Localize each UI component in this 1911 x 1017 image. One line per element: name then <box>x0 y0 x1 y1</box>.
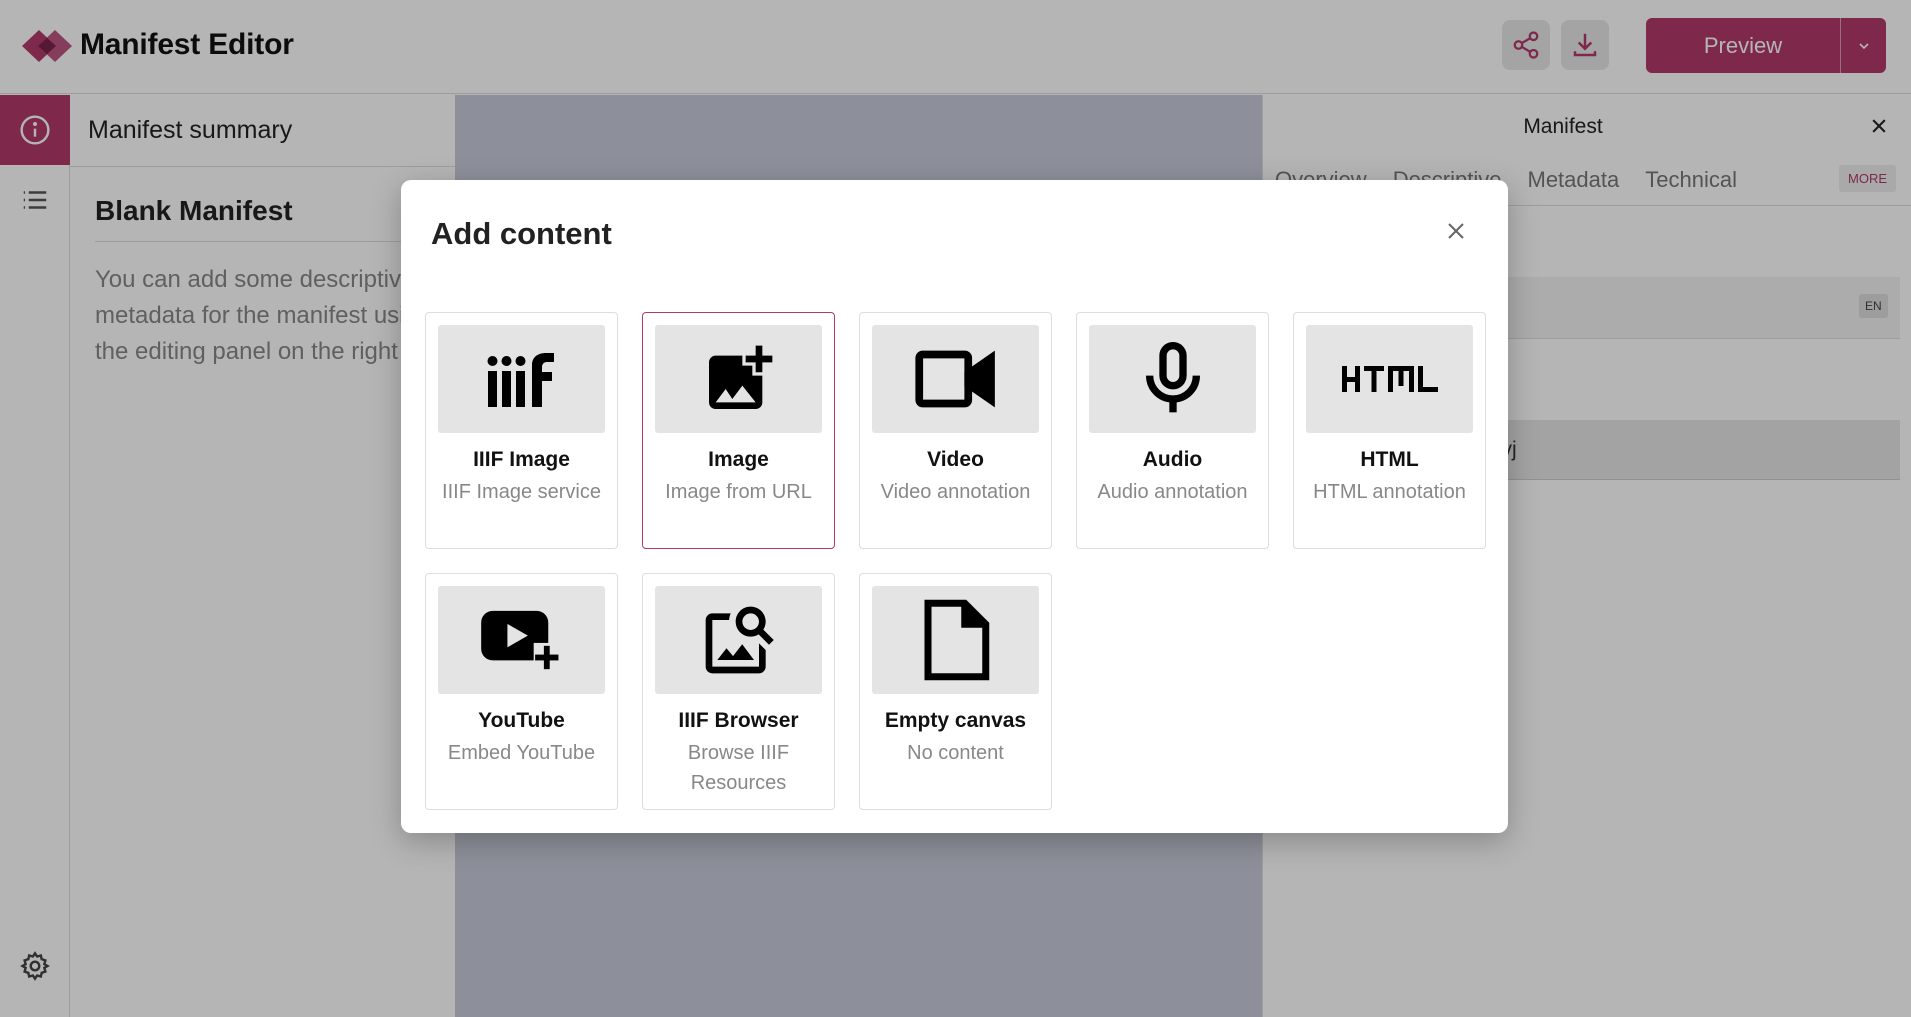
youtube-add-icon <box>480 610 560 670</box>
option-title: YouTube <box>478 709 565 732</box>
content-option-youtube[interactable]: YouTube Embed YouTube <box>425 573 618 810</box>
add-content-modal: Add content IIIF Image IIIF Image servic… <box>401 180 1508 833</box>
option-title: Image <box>708 448 769 471</box>
option-subtitle: Video annotation <box>880 481 1031 503</box>
option-subtitle: Audio annotation <box>1097 481 1248 503</box>
modal-title: Add content <box>431 216 612 251</box>
add-photo-icon <box>708 345 772 409</box>
option-subtitle: Image from URL <box>665 481 812 503</box>
content-option-iiif-browser[interactable]: IIIF Browser Browse IIIF Resources <box>642 573 835 810</box>
option-title: Audio <box>1142 448 1203 471</box>
iiif-logo-icon <box>487 353 554 407</box>
option-thumbnail <box>438 586 605 694</box>
videocam-icon <box>914 350 995 408</box>
option-thumbnail <box>655 586 822 694</box>
option-title: Video <box>927 448 984 471</box>
content-option-iiif-image[interactable]: IIIF Image IIIF Image service <box>425 312 618 549</box>
option-subtitle: IIIF Image service <box>442 481 601 503</box>
content-option-html[interactable]: HTML HTML annotation <box>1293 312 1486 549</box>
content-option-image[interactable]: Image Image from URL <box>642 312 835 549</box>
option-title: HTML <box>1360 448 1419 471</box>
option-title: IIIF Image <box>473 448 570 471</box>
option-title: IIIF Browser <box>678 709 799 732</box>
blank-page-icon <box>924 599 989 681</box>
microphone-icon <box>1145 342 1200 413</box>
option-title: Empty canvas <box>884 709 1027 732</box>
close-icon <box>1448 223 1464 239</box>
option-subtitle: Embed YouTube <box>447 742 596 764</box>
content-option-audio[interactable]: Audio Audio annotation <box>1076 312 1269 549</box>
option-thumbnail <box>1306 325 1473 433</box>
option-thumbnail <box>872 325 1039 433</box>
image-search-icon <box>705 606 774 674</box>
option-subtitle: Browse IIIF Resources <box>687 742 790 794</box>
option-thumbnail <box>872 586 1039 694</box>
option-thumbnail <box>438 325 605 433</box>
modal-close-button[interactable] <box>1441 216 1471 246</box>
content-option-video[interactable]: Video Video annotation <box>859 312 1052 549</box>
option-thumbnail <box>1089 325 1256 433</box>
option-subtitle: HTML annotation <box>1313 481 1466 503</box>
content-option-empty-canvas[interactable]: Empty canvas No content <box>859 573 1052 810</box>
option-subtitle: No content <box>907 742 1004 764</box>
option-thumbnail <box>655 325 822 433</box>
html-icon <box>1341 366 1438 392</box>
